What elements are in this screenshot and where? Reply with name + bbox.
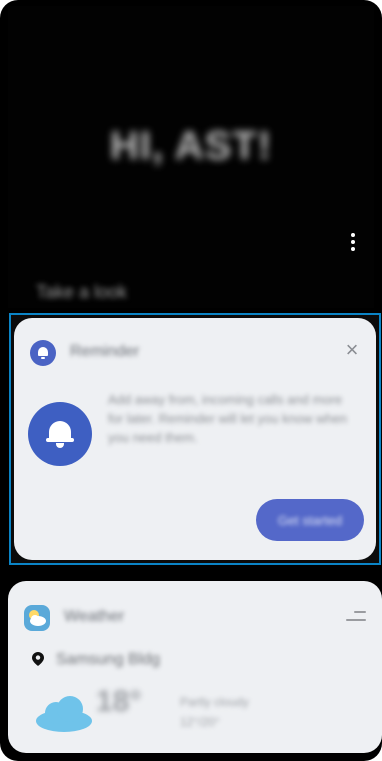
weather-details: Partly cloudy 12°/20° bbox=[180, 692, 249, 732]
screen-frame: HI, AST! Take a look Reminder × Add away… bbox=[0, 0, 382, 761]
get-started-label: Get started bbox=[277, 512, 343, 528]
weather-card-title: Weather bbox=[64, 608, 125, 625]
weather-condition: Partly cloudy bbox=[180, 695, 249, 709]
reminder-description: Add away from, incoming calls and more f… bbox=[108, 392, 348, 445]
hero-panel: HI, AST! Take a look bbox=[8, 6, 374, 308]
location-pin-icon bbox=[32, 652, 44, 666]
greeting-text: HI, AST! bbox=[109, 124, 273, 168]
reminder-app-icon bbox=[30, 340, 56, 366]
bell-icon bbox=[37, 347, 49, 359]
weather-location: Samsung Bldg bbox=[56, 651, 161, 668]
close-icon[interactable]: × bbox=[342, 339, 362, 361]
weather-card[interactable]: Weather Samsung Bldg 18° Partly cloudy 1… bbox=[8, 581, 382, 753]
drag-handle-icon[interactable] bbox=[346, 611, 366, 621]
weather-icon bbox=[29, 610, 46, 626]
weather-temperature: 18° bbox=[96, 685, 142, 718]
more-dot bbox=[351, 240, 355, 244]
get-started-button[interactable]: Get started bbox=[256, 499, 364, 541]
reminder-card[interactable]: Reminder × Add away from, incoming calls… bbox=[14, 318, 376, 560]
cloud-icon bbox=[36, 696, 92, 732]
weather-range: 12°/20° bbox=[180, 715, 220, 729]
bell-icon bbox=[46, 419, 74, 449]
more-options-icon[interactable] bbox=[346, 230, 360, 254]
reminder-illustration bbox=[28, 402, 92, 466]
more-dot bbox=[351, 233, 355, 237]
weather-app-icon bbox=[24, 605, 50, 631]
hero-subtitle[interactable]: Take a look bbox=[36, 282, 127, 303]
more-dot bbox=[351, 247, 355, 251]
reminder-card-title: Reminder bbox=[70, 343, 140, 360]
